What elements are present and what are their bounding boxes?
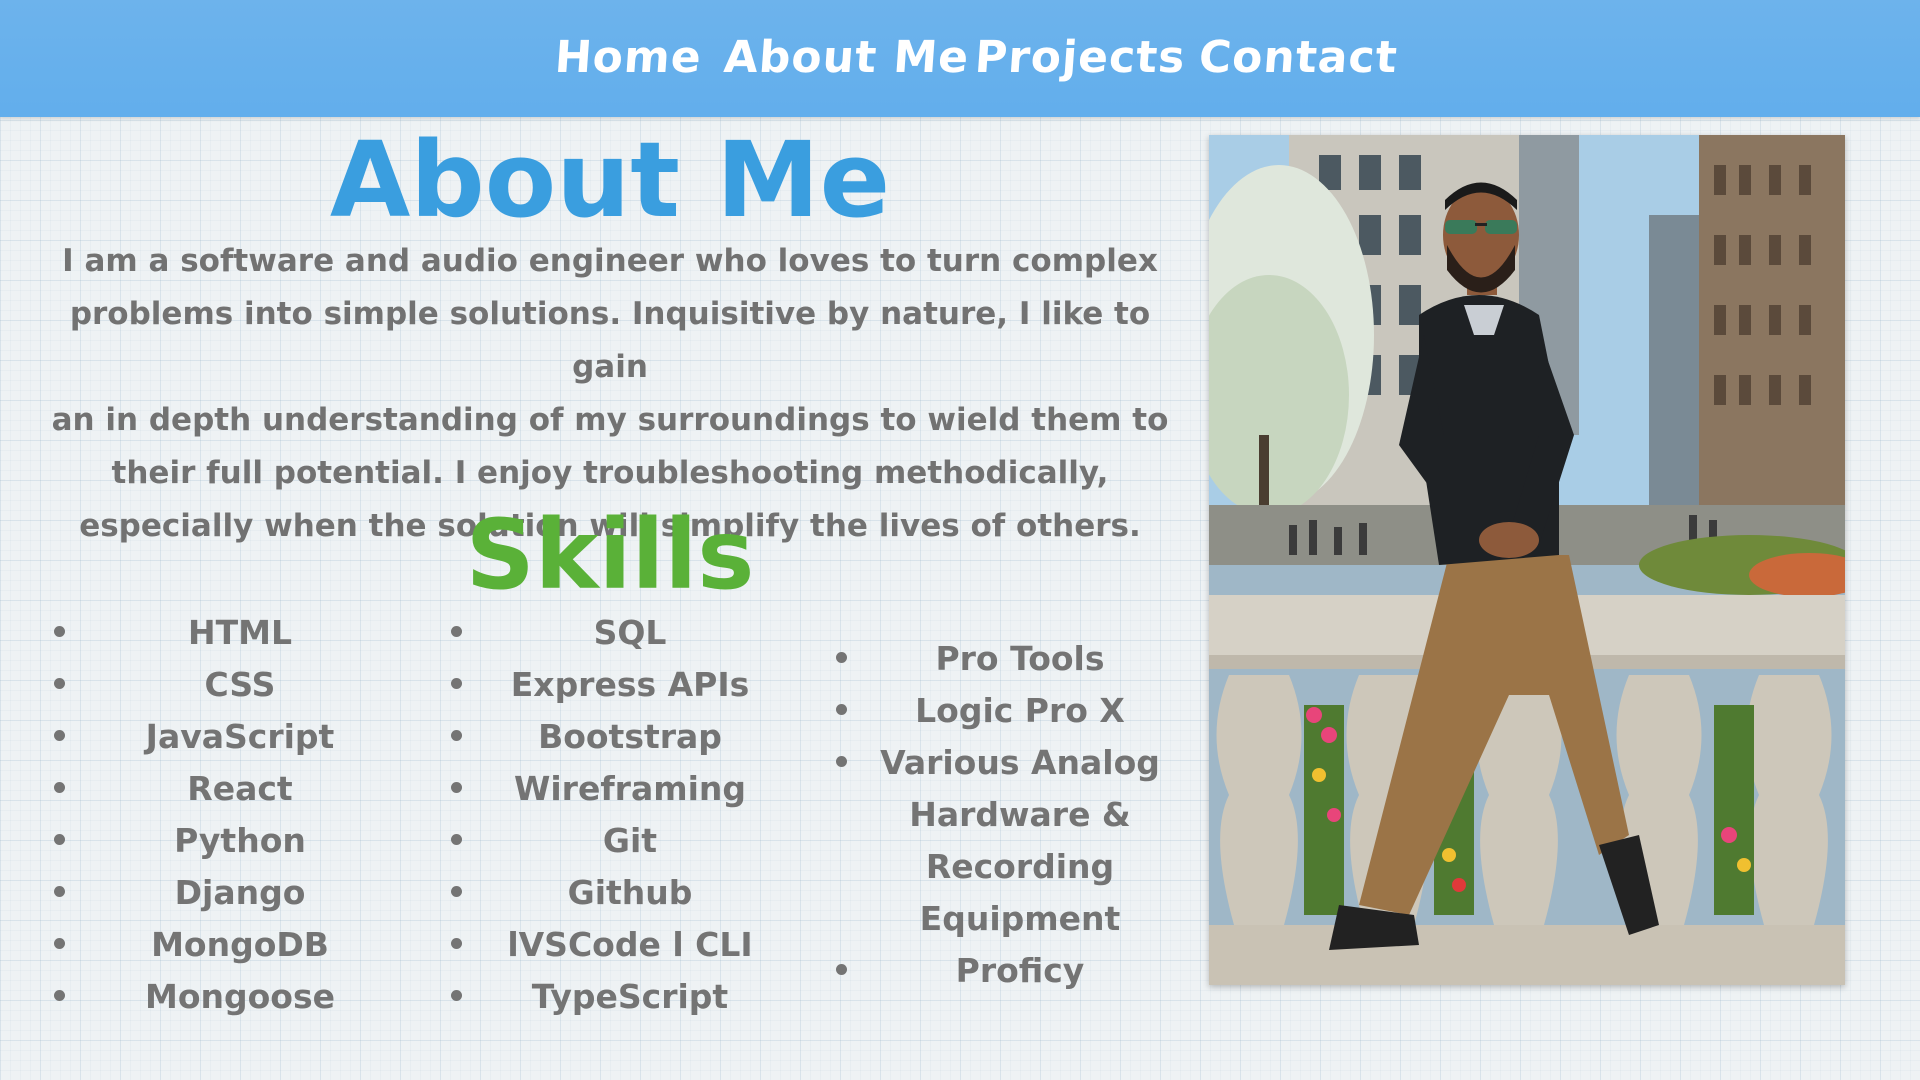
bullet-icon	[54, 834, 65, 845]
skill-item: TypeScript	[430, 971, 830, 1023]
skill-item: Wireframing	[430, 763, 830, 815]
nav-home-link[interactable]: Home	[553, 32, 703, 83]
bullet-icon	[451, 730, 462, 741]
skill-item: Express APIs	[430, 659, 830, 711]
nav-contact-link[interactable]: Contact	[1197, 32, 1399, 83]
bio-line: their full potential. I enjoy troublesho…	[111, 455, 1109, 491]
bullet-icon	[54, 678, 65, 689]
skill-item: HTML	[40, 607, 440, 659]
bio-line: an in depth understanding of my surround…	[51, 402, 1169, 438]
profile-photo-illustration	[1209, 135, 1845, 985]
bullet-icon	[451, 678, 462, 689]
bullet-icon	[54, 730, 65, 741]
skill-item: Bootstrap	[430, 711, 830, 763]
skill-item: SQL	[430, 607, 830, 659]
bullet-icon	[451, 782, 462, 793]
skill-item: Proficy	[820, 945, 1220, 997]
skill-item: Mongoose	[40, 971, 440, 1023]
skill-item: Github	[430, 867, 830, 919]
profile-photo	[1209, 135, 1845, 985]
skill-item: Python	[40, 815, 440, 867]
skill-item: lVSCode l CLI	[430, 919, 830, 971]
nav-projects-link[interactable]: Projects	[973, 32, 1187, 83]
skill-item: Various Analog Hardware & Recording Equi…	[820, 737, 1220, 945]
bullet-icon	[836, 756, 847, 767]
bullet-icon	[54, 990, 65, 1001]
skills-column-3: Pro Tools Logic Pro X Various Analog Har…	[820, 633, 1220, 997]
bullet-icon	[54, 938, 65, 949]
skills-column-2: SQL Express APIs Bootstrap Wireframing G…	[430, 607, 830, 1023]
skill-item: JavaScript	[40, 711, 440, 763]
skill-item: Django	[40, 867, 440, 919]
skill-item: MongoDB	[40, 919, 440, 971]
bio-line: problems into simple solutions. Inquisit…	[69, 296, 1151, 385]
bullet-icon	[54, 626, 65, 637]
bio-line: I am a software and audio engineer who l…	[62, 243, 1158, 279]
bullet-icon	[836, 704, 847, 715]
skill-item: Pro Tools	[820, 633, 1220, 685]
skills-heading: Skills	[465, 499, 755, 611]
bullet-icon	[54, 782, 65, 793]
bullet-icon	[836, 652, 847, 663]
bullet-icon	[836, 964, 847, 975]
navbar: Home About Me Projects Contact	[0, 0, 1920, 117]
about-me-heading: About Me	[329, 119, 891, 241]
skill-item: Logic Pro X	[820, 685, 1220, 737]
bullet-icon	[451, 626, 462, 637]
skill-item: React	[40, 763, 440, 815]
bullet-icon	[54, 886, 65, 897]
skill-item: Git	[430, 815, 830, 867]
skills-column-1: HTML CSS JavaScript React Python Django …	[40, 607, 440, 1023]
bullet-icon	[451, 834, 462, 845]
bullet-icon	[451, 938, 462, 949]
nav-about-me-link[interactable]: About Me	[722, 32, 971, 83]
bullet-icon	[451, 990, 462, 1001]
bullet-icon	[451, 886, 462, 897]
skill-item: CSS	[40, 659, 440, 711]
